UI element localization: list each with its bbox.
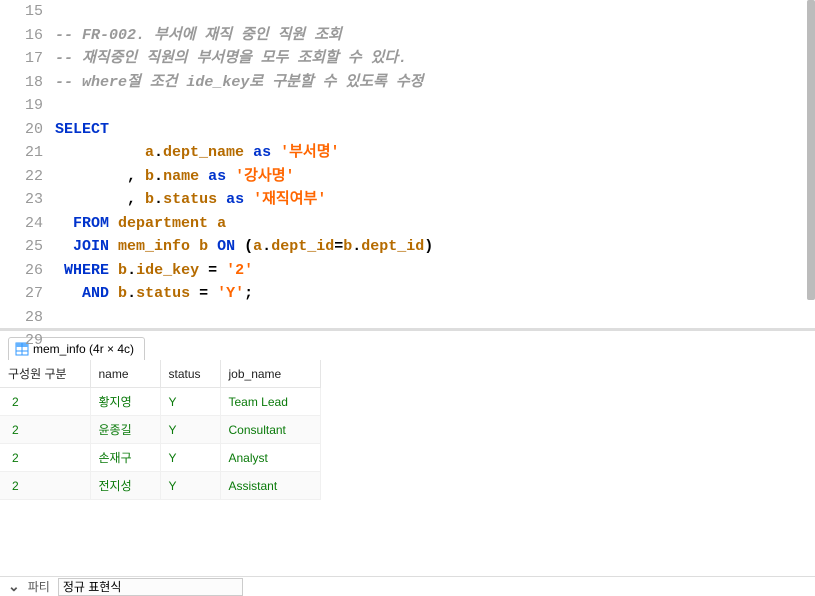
code-line[interactable]: -- 재직중인 직원의 부서명을 모두 조회할 수 있다. (55, 47, 815, 71)
code-line[interactable]: AND b.status = 'Y'; (55, 282, 815, 306)
line-number: 17 (0, 47, 55, 71)
cell[interactable]: Y (160, 472, 220, 500)
status-label: 파티 (28, 578, 50, 595)
cell[interactable]: 2 (0, 444, 90, 472)
code-line[interactable]: WHERE b.ide_key = '2' (55, 259, 815, 283)
cell[interactable]: 윤종길 (90, 416, 160, 444)
table-row[interactable]: 2윤종길YConsultant (0, 416, 320, 444)
column-header[interactable]: job_name (220, 360, 320, 388)
cell[interactable]: 2 (0, 472, 90, 500)
code-line[interactable] (55, 0, 815, 24)
grid-header-row: 구성원 구분namestatusjob_name (0, 360, 320, 388)
column-header[interactable]: status (160, 360, 220, 388)
cell[interactable]: Consultant (220, 416, 320, 444)
line-number: 29 (0, 329, 55, 353)
results-tab-bar: mem_info (4r × 4c) (0, 330, 815, 360)
code-area[interactable]: -- FR-002. 부서에 재직 중인 직원 조회-- 재직중인 직원의 부서… (55, 0, 815, 328)
line-number: 18 (0, 71, 55, 95)
table-row[interactable]: 2손재구YAnalyst (0, 444, 320, 472)
status-bar: ⌄ 파티 (0, 576, 815, 596)
line-number: 25 (0, 235, 55, 259)
line-number: 15 (0, 0, 55, 24)
sql-editor[interactable]: 151617181920212223242526272829 -- FR-002… (0, 0, 815, 330)
chevron-down-icon[interactable]: ⌄ (8, 578, 20, 595)
status-input[interactable] (58, 578, 243, 596)
cell[interactable]: Y (160, 388, 220, 416)
table-row[interactable]: 2황지영YTeam Lead (0, 388, 320, 416)
code-line[interactable]: JOIN mem_info b ON (a.dept_id=b.dept_id) (55, 235, 815, 259)
code-line[interactable]: a.dept_name as '부서명' (55, 141, 815, 165)
cell[interactable]: Team Lead (220, 388, 320, 416)
cell[interactable]: Y (160, 444, 220, 472)
cell[interactable]: Y (160, 416, 220, 444)
code-line[interactable]: , b.status as '재직여부' (55, 188, 815, 212)
code-line[interactable] (55, 306, 815, 329)
line-number: 26 (0, 259, 55, 283)
results-panel: mem_info (4r × 4c) 구성원 구분namestatusjob_n… (0, 330, 815, 584)
cell[interactable]: 전지성 (90, 472, 160, 500)
cell[interactable]: 2 (0, 416, 90, 444)
line-gutter: 151617181920212223242526272829 (0, 0, 55, 328)
code-line[interactable]: -- FR-002. 부서에 재직 중인 직원 조회 (55, 24, 815, 48)
line-number: 22 (0, 165, 55, 189)
column-header[interactable]: 구성원 구분 (0, 360, 90, 388)
vertical-scrollbar[interactable] (807, 0, 815, 300)
cell[interactable]: 2 (0, 388, 90, 416)
column-header[interactable]: name (90, 360, 160, 388)
cell[interactable]: 황지영 (90, 388, 160, 416)
code-line[interactable] (55, 94, 815, 118)
line-number: 24 (0, 212, 55, 236)
line-number: 20 (0, 118, 55, 142)
code-line[interactable]: , b.name as '강사명' (55, 165, 815, 189)
line-number: 19 (0, 94, 55, 118)
results-grid[interactable]: 구성원 구분namestatusjob_name 2황지영YTeam Lead2… (0, 360, 321, 500)
code-line[interactable]: -- where절 조건 ide_key로 구분할 수 있도록 수정 (55, 71, 815, 95)
cell[interactable]: 손재구 (90, 444, 160, 472)
line-number: 23 (0, 188, 55, 212)
code-line[interactable]: SELECT (55, 118, 815, 142)
line-number: 21 (0, 141, 55, 165)
grid-body: 2황지영YTeam Lead2윤종길YConsultant2손재구YAnalys… (0, 388, 320, 500)
line-number: 28 (0, 306, 55, 330)
table-row[interactable]: 2전지성YAssistant (0, 472, 320, 500)
cell[interactable]: Assistant (220, 472, 320, 500)
line-number: 16 (0, 24, 55, 48)
line-number: 27 (0, 282, 55, 306)
code-line[interactable]: FROM department a (55, 212, 815, 236)
cell[interactable]: Analyst (220, 444, 320, 472)
